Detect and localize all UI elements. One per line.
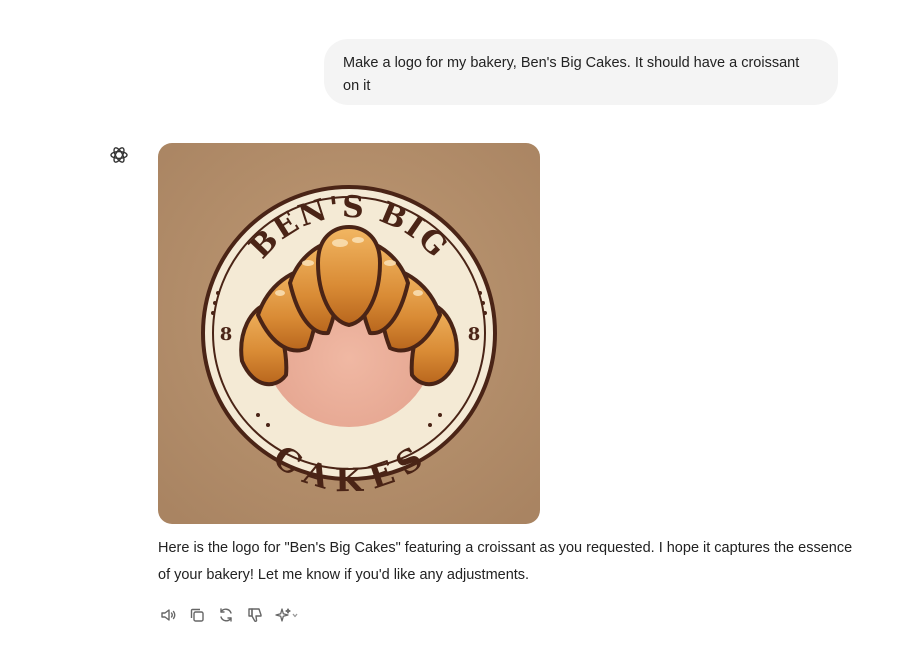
assistant-message-text: Here is the logo for "Ben's Big Cakes" f… (158, 540, 853, 583)
user-message-text: Make a logo for my bakery, Ben's Big Cak… (343, 55, 800, 94)
generated-logo-image[interactable]: BEN'S BIG CAKES (158, 143, 540, 524)
openai-logo-icon (108, 144, 130, 166)
message-actions-bar (158, 605, 309, 625)
thumbs-down-icon[interactable] (245, 605, 265, 625)
copy-icon[interactable] (187, 605, 207, 625)
logo-bottom-text: CAKES (158, 143, 159, 144)
logo-left-mark: 8 (220, 324, 233, 345)
user-message-bubble: Make a logo for my bakery, Ben's Big Cak… (324, 39, 838, 105)
sparkle-model-icon[interactable] (274, 605, 300, 625)
read-aloud-icon[interactable] (158, 605, 178, 625)
regenerate-icon[interactable] (216, 605, 236, 625)
logo-top-text: BEN'S BIG (158, 143, 159, 144)
logo-right-mark: 8 (468, 324, 481, 345)
